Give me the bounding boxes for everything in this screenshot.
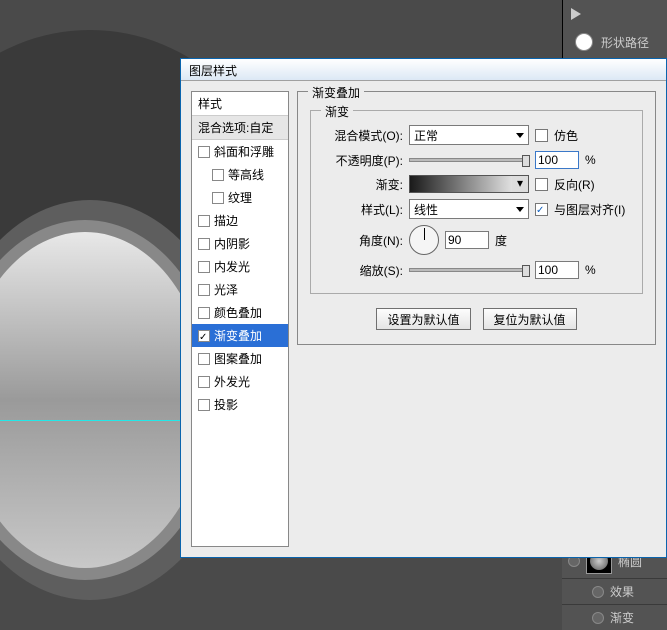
style-item-label: 渐变叠加	[214, 327, 262, 344]
style-list-header[interactable]: 样式	[192, 92, 288, 116]
angle-dial[interactable]	[409, 225, 439, 255]
style-checkbox[interactable]	[198, 215, 210, 227]
blend-options-item[interactable]: 混合选项:自定	[192, 116, 288, 140]
gradient-label: 渐变:	[321, 176, 403, 193]
style-checkbox[interactable]	[198, 376, 210, 388]
deg-label: 度	[495, 232, 507, 249]
reverse-label: 反向(R)	[554, 176, 595, 193]
style-item-label: 外发光	[214, 373, 250, 390]
style-item-图案叠加[interactable]: 图案叠加	[192, 347, 288, 370]
style-item-斜面和浮雕[interactable]: 斜面和浮雕	[192, 140, 288, 163]
slider-thumb[interactable]	[522, 265, 530, 277]
style-checkbox[interactable]	[198, 307, 210, 319]
dialog-title: 图层样式	[189, 64, 237, 78]
style-checkbox[interactable]	[212, 192, 224, 204]
style-item-颜色叠加[interactable]: 颜色叠加	[192, 301, 288, 324]
blend-mode-label: 混合模式(O):	[321, 127, 403, 144]
gradient-overlay-group: 渐变叠加 渐变 混合模式(O): 正常 仿色 不透明度(P):	[297, 91, 656, 345]
style-item-光泽[interactable]: 光泽	[192, 278, 288, 301]
visibility-eye-icon[interactable]	[592, 586, 604, 598]
style-item-描边[interactable]: 描边	[192, 209, 288, 232]
align-layer-checkbox[interactable]	[535, 203, 548, 216]
shape-swatch-icon	[575, 33, 593, 51]
pct-label: %	[585, 153, 596, 167]
group-title: 渐变叠加	[308, 84, 364, 101]
style-checkbox[interactable]	[198, 261, 210, 273]
style-item-label: 描边	[214, 212, 238, 229]
effects-row[interactable]: 效果	[562, 578, 667, 604]
style-item-内阴影[interactable]: 内阴影	[192, 232, 288, 255]
style-checkbox[interactable]	[198, 353, 210, 365]
opacity-label: 不透明度(P):	[321, 152, 403, 169]
blend-mode-value: 正常	[414, 127, 438, 144]
style-list: 样式 混合选项:自定 斜面和浮雕等高线纹理描边内阴影内发光光泽颜色叠加渐变叠加图…	[191, 91, 289, 547]
dither-checkbox[interactable]	[535, 129, 548, 142]
scale-slider[interactable]	[409, 268, 529, 272]
style-item-内发光[interactable]: 内发光	[192, 255, 288, 278]
dither-label: 仿色	[554, 127, 578, 144]
style-label: 样式(L):	[321, 201, 403, 218]
effect-sub-label: 渐变	[610, 609, 634, 626]
style-item-label: 纹理	[228, 189, 252, 206]
make-default-button[interactable]: 设置为默认值	[376, 308, 470, 330]
angle-input[interactable]	[445, 231, 489, 249]
gradient-swatch[interactable]: ▾	[409, 175, 529, 193]
chevron-down-icon	[516, 207, 524, 212]
blend-mode-select[interactable]: 正常	[409, 125, 529, 145]
layer-style-dialog: 图层样式 样式 混合选项:自定 斜面和浮雕等高线纹理描边内阴影内发光光泽颜色叠加…	[180, 58, 667, 558]
style-item-label: 投影	[214, 396, 238, 413]
inner-group-title: 渐变	[321, 103, 353, 120]
style-checkbox[interactable]	[198, 284, 210, 296]
style-item-label: 等高线	[228, 166, 264, 183]
scale-input[interactable]	[535, 261, 579, 279]
style-item-label: 斜面和浮雕	[214, 143, 274, 160]
align-layer-label: 与图层对齐(I)	[554, 201, 625, 218]
style-item-label: 内发光	[214, 258, 250, 275]
angle-hand	[424, 228, 425, 240]
style-checkbox[interactable]	[198, 238, 210, 250]
style-item-label: 颜色叠加	[214, 304, 262, 321]
play-icon[interactable]	[571, 8, 581, 20]
style-value: 线性	[414, 201, 438, 218]
pct-label: %	[585, 263, 596, 277]
style-item-纹理[interactable]: 纹理	[192, 186, 288, 209]
opacity-input[interactable]	[535, 151, 579, 169]
style-item-label: 光泽	[214, 281, 238, 298]
style-item-label: 图案叠加	[214, 350, 262, 367]
style-checkbox[interactable]	[198, 146, 210, 158]
gradient-inner-group: 渐变 混合模式(O): 正常 仿色 不透明度(P):	[310, 110, 643, 294]
chevron-down-icon: ▾	[512, 176, 528, 192]
slider-thumb[interactable]	[522, 155, 530, 167]
angle-label: 角度(N):	[321, 232, 403, 249]
dialog-titlebar[interactable]: 图层样式	[181, 59, 666, 81]
style-item-label: 内阴影	[214, 235, 250, 252]
effect-sub-row[interactable]: 渐变	[562, 604, 667, 630]
style-item-等高线[interactable]: 等高线	[192, 163, 288, 186]
scale-label: 缩放(S):	[321, 262, 403, 279]
effects-label: 效果	[610, 583, 634, 600]
shape-path-label: 形状路径	[601, 34, 649, 51]
opacity-slider[interactable]	[409, 158, 529, 162]
style-select[interactable]: 线性	[409, 199, 529, 219]
reset-default-button[interactable]: 复位为默认值	[483, 308, 577, 330]
visibility-eye-icon[interactable]	[592, 612, 604, 624]
style-checkbox[interactable]	[198, 399, 210, 411]
style-checkbox[interactable]	[212, 169, 224, 181]
style-item-投影[interactable]: 投影	[192, 393, 288, 416]
shape-path-row[interactable]: 形状路径	[571, 29, 659, 55]
style-checkbox[interactable]	[198, 330, 210, 342]
chevron-down-icon	[516, 133, 524, 138]
style-item-渐变叠加[interactable]: 渐变叠加	[192, 324, 288, 347]
reverse-checkbox[interactable]	[535, 178, 548, 191]
style-item-外发光[interactable]: 外发光	[192, 370, 288, 393]
